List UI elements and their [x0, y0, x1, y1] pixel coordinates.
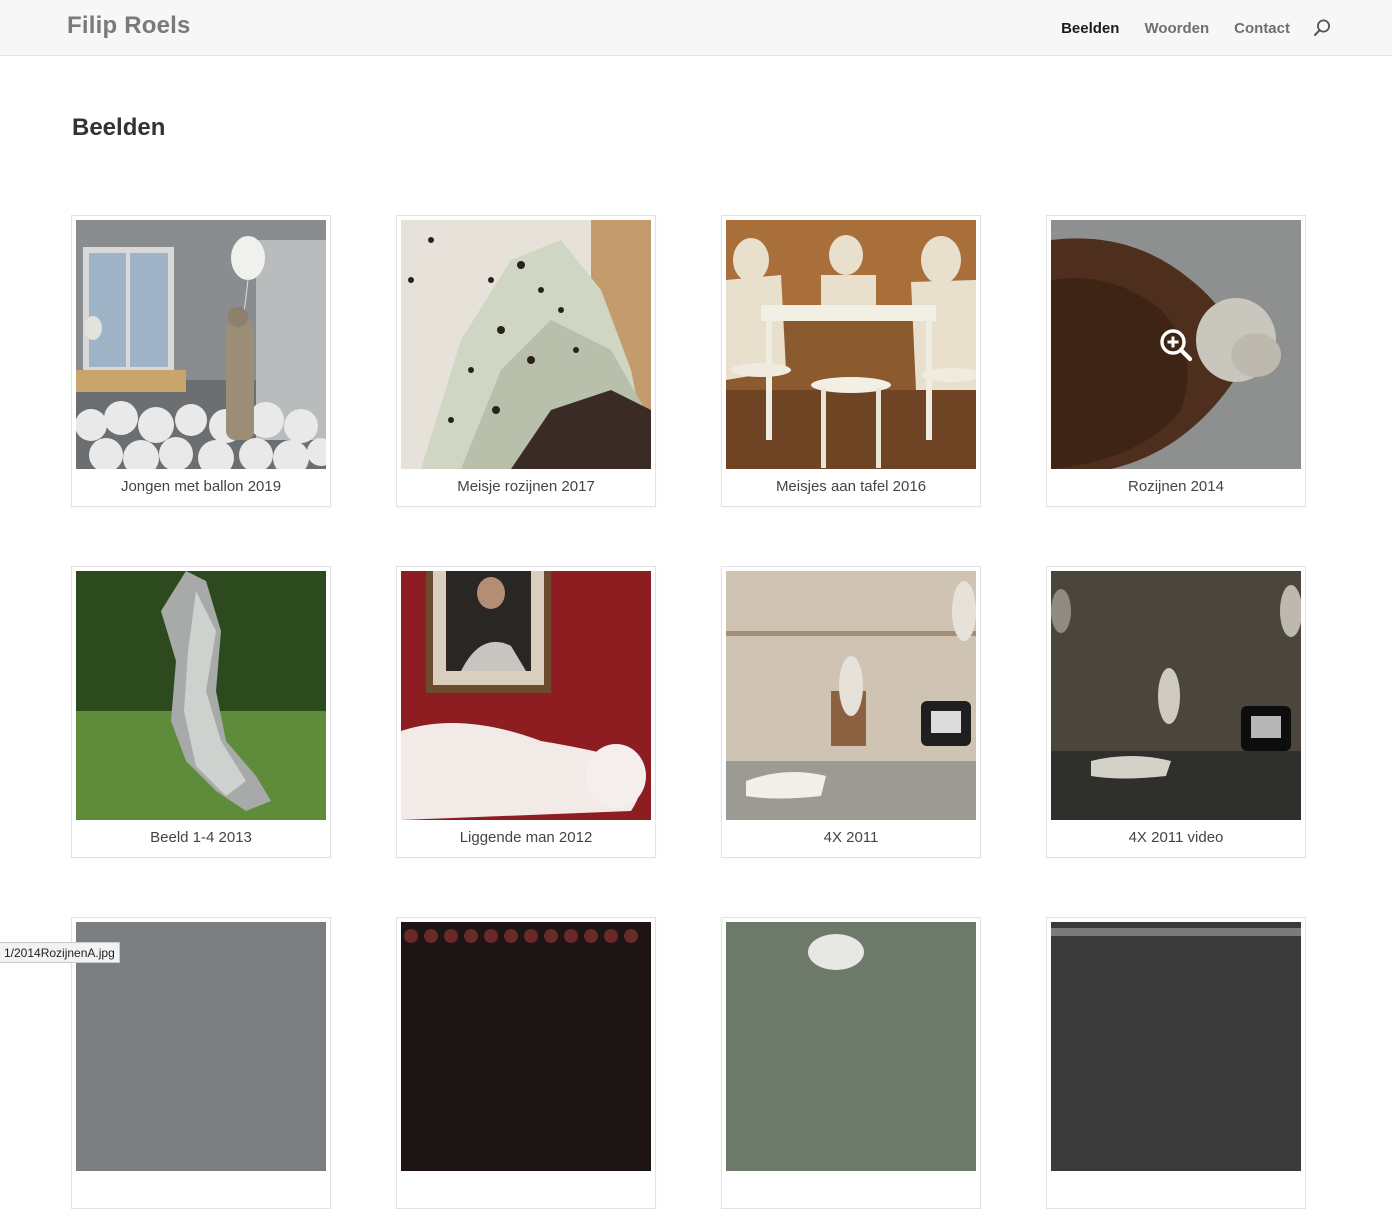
- gallery-image-meisjes-aan-tafel[interactable]: [726, 220, 976, 469]
- gallery-image-meisje-rozijnen[interactable]: [401, 220, 651, 469]
- gallery-image[interactable]: [1051, 922, 1301, 1171]
- gallery-item[interactable]: Jongen met ballon 2019: [71, 215, 331, 507]
- gallery-image[interactable]: [401, 922, 651, 1171]
- gallery-image-jongen-met-ballon[interactable]: [76, 220, 326, 469]
- gallery-item[interactable]: Beeld 1-4 2013: [71, 566, 331, 858]
- gallery-image-beeld-1-4[interactable]: [76, 571, 326, 820]
- gallery-image-liggende-man[interactable]: [401, 571, 651, 820]
- gallery-caption[interactable]: Jongen met ballon 2019: [72, 478, 330, 495]
- gallery-item[interactable]: Meisje rozijnen 2017: [396, 215, 656, 507]
- zoom-in-icon[interactable]: [1159, 328, 1193, 362]
- gallery-item[interactable]: Rozijnen 2014: [1046, 215, 1306, 507]
- gallery-caption[interactable]: Liggende man 2012: [397, 829, 655, 846]
- gallery-item[interactable]: Liggende man 2012: [396, 566, 656, 858]
- gallery-image-4x-2011-video[interactable]: [1051, 571, 1301, 820]
- gallery-item[interactable]: [721, 917, 981, 1209]
- gallery-caption[interactable]: Beeld 1-4 2013: [72, 829, 330, 846]
- gallery-caption[interactable]: Meisjes aan tafel 2016: [722, 478, 980, 495]
- gallery-caption[interactable]: Meisje rozijnen 2017: [397, 478, 655, 495]
- gallery-item[interactable]: [1046, 917, 1306, 1209]
- gallery-grid: Jongen met ballon 2019 Meisje rozijnen 2…: [0, 0, 1392, 1209]
- gallery-caption[interactable]: Rozijnen 2014: [1047, 478, 1305, 495]
- link-status-bar: 1/2014RozijnenA.jpg: [0, 942, 120, 963]
- gallery-item[interactable]: 4X 2011: [721, 566, 981, 858]
- gallery-caption[interactable]: 4X 2011 video: [1047, 829, 1305, 846]
- gallery-item[interactable]: [396, 917, 656, 1209]
- gallery-item[interactable]: Meisjes aan tafel 2016: [721, 215, 981, 507]
- gallery-image[interactable]: [726, 922, 976, 1171]
- gallery-image-4x-2011[interactable]: [726, 571, 976, 820]
- gallery-item[interactable]: 4X 2011 video: [1046, 566, 1306, 858]
- gallery-image-rozijnen[interactable]: [1051, 220, 1301, 469]
- gallery-caption[interactable]: 4X 2011: [722, 829, 980, 846]
